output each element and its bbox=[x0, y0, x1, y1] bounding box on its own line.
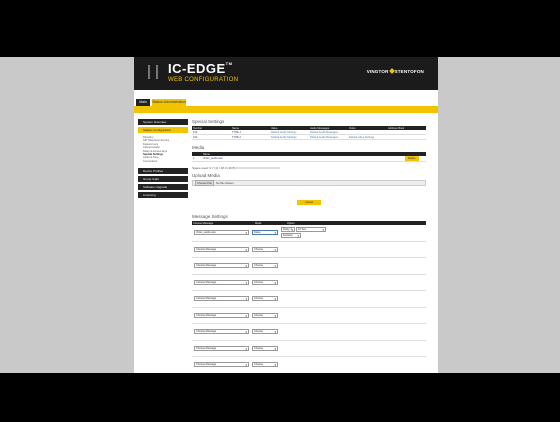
choose-file-button[interactable]: Choose File bbox=[195, 180, 214, 186]
message-row: Choose Message Choose bbox=[192, 258, 426, 275]
app-title: IC-EDGETM bbox=[168, 61, 233, 76]
video-frame: IC-EDGETM WEB CONFIGURATION VINGTOR STENT… bbox=[0, 57, 560, 373]
mode-select[interactable]: Delay bbox=[252, 230, 278, 235]
table-link[interactable]: Default Audio Messages bbox=[309, 134, 348, 140]
message-select[interactable]: Choose Message bbox=[194, 279, 249, 285]
message-row: Choose Message Choose bbox=[192, 242, 426, 258]
space-used-bar bbox=[236, 167, 281, 170]
mode-select[interactable]: Choose bbox=[252, 246, 278, 252]
mode-select[interactable]: Choose bbox=[252, 312, 278, 318]
message-row: Choose Message Choose bbox=[192, 275, 426, 291]
message-row: Choose Message Choose bbox=[192, 324, 426, 341]
table-row: 1 Video_audio.wav Delete bbox=[192, 156, 426, 162]
sidebar: System Overview Station Configuration Di… bbox=[138, 119, 188, 200]
main-content: Special Settings Number Name Value Audio… bbox=[192, 119, 426, 373]
message-row: Choose Message Choose bbox=[192, 357, 426, 373]
message-select[interactable]: Choose Message bbox=[194, 263, 249, 268]
tab-bar: Main Station Administration bbox=[134, 99, 438, 106]
page-header: IC-EDGETM WEB CONFIGURATION VINGTOR STENT… bbox=[134, 57, 438, 90]
message-row: Video_audio.wav Delay Delay 1 10 Sec Dur… bbox=[192, 225, 426, 242]
mode-select[interactable]: Choose bbox=[252, 329, 278, 334]
mode-select[interactable]: Choose bbox=[252, 362, 278, 367]
message-row: Choose Message Choose bbox=[192, 308, 426, 324]
option-select[interactable]: Delay 1 bbox=[281, 227, 295, 232]
sidebar-item-system-overview[interactable]: System Overview bbox=[138, 119, 188, 125]
table-link[interactable]: Default video Settings bbox=[348, 134, 387, 140]
brand-logo: VINGTOR STENTOFON bbox=[366, 68, 424, 74]
web-page: IC-EDGETM WEB CONFIGURATION VINGTOR STENT… bbox=[134, 57, 438, 373]
sidebar-item-licensing[interactable]: Licensing bbox=[138, 192, 188, 199]
media-heading: Media bbox=[192, 145, 205, 150]
app-subtitle: WEB CONFIGURATION bbox=[168, 77, 239, 83]
sidebar-item-software-upgrade[interactable]: Software Upgrade bbox=[138, 184, 188, 191]
mode-select[interactable]: Choose bbox=[252, 345, 278, 351]
message-select[interactable]: Choose Message bbox=[194, 296, 249, 301]
sidebar-subitems: Directory SIP Telephone Service Feature … bbox=[143, 136, 188, 163]
brand-diamond-icon bbox=[388, 68, 395, 74]
sidebar-item-station-configuration[interactable]: Station Configuration bbox=[138, 127, 188, 133]
message-select[interactable]: Video_audio.wav bbox=[194, 230, 249, 235]
option-value-select[interactable]: 10 Sec bbox=[296, 227, 326, 232]
mouse-cursor-icon bbox=[319, 233, 325, 240]
mode-select[interactable]: Choose bbox=[252, 296, 278, 301]
special-settings-heading: Special Settings bbox=[192, 119, 225, 124]
tab-station-administration[interactable]: Station Administration bbox=[152, 99, 186, 106]
sidebar-subitem[interactable]: Connections bbox=[143, 160, 188, 163]
message-select[interactable]: Choose Message bbox=[194, 345, 249, 351]
delete-button[interactable]: Delete bbox=[405, 156, 419, 161]
message-row: Choose Message Choose bbox=[192, 291, 426, 308]
tab-main[interactable]: Main bbox=[136, 99, 150, 106]
special-settings-table: Number Name Value Audio Messages Video A… bbox=[192, 126, 426, 140]
message-settings-heading: Message Settings bbox=[192, 214, 228, 219]
message-select[interactable]: Choose Message bbox=[194, 329, 249, 334]
space-used-note: Space used: 0.7 (1) / 48.0 (19 B) bbox=[192, 166, 426, 170]
message-rows: Video_audio.wav Delay Delay 1 10 Sec Dur… bbox=[192, 225, 426, 373]
accent-bar bbox=[134, 106, 438, 113]
logo-icon bbox=[148, 65, 158, 79]
sidebar-item-group-calls[interactable]: Group Calls bbox=[138, 176, 188, 183]
message-select[interactable]: Choose Message bbox=[194, 312, 249, 318]
upload-button[interactable]: Upload bbox=[296, 200, 322, 205]
message-select[interactable]: Choose Message bbox=[194, 246, 249, 252]
sidebar-item-device-profiles[interactable]: Device Profiles bbox=[138, 168, 188, 175]
message-select[interactable]: Choose Message bbox=[194, 362, 249, 367]
table-row: 102 TYPE 2 Default Audio Settings Defaul… bbox=[192, 134, 426, 140]
media-table: Name 1 Video_audio.wav Delete bbox=[192, 152, 426, 162]
mode-select[interactable]: Choose bbox=[252, 263, 278, 268]
upload-heading: Upload Media bbox=[192, 173, 220, 178]
mode-select[interactable]: Choose bbox=[252, 279, 278, 285]
duration-select[interactable]: Duration bbox=[281, 233, 301, 238]
file-input[interactable]: Choose File No file chosen bbox=[192, 180, 426, 186]
table-link[interactable]: Default Audio Settings bbox=[270, 134, 309, 140]
message-row: Choose Message Choose bbox=[192, 341, 426, 357]
